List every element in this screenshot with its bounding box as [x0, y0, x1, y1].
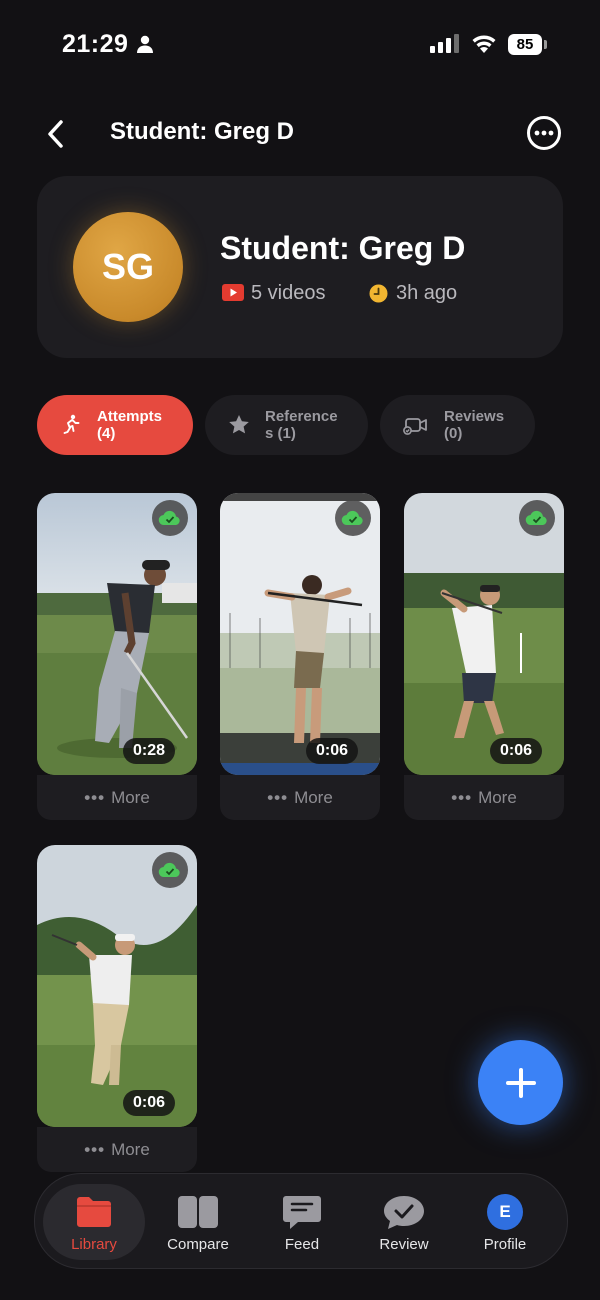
back-button[interactable]	[38, 114, 74, 154]
nav-feed-label: Feed	[284, 1236, 320, 1253]
ellipsis-icon: •••	[267, 787, 289, 807]
wifi-icon	[472, 35, 496, 53]
tab-attempts[interactable]: Attempts (4)	[37, 395, 193, 455]
battery-tip	[544, 40, 547, 49]
more-options-icon[interactable]	[526, 115, 562, 151]
nav-compare[interactable]: Compare	[147, 1184, 249, 1260]
nav-library[interactable]: Library	[43, 1184, 145, 1260]
profile-avatar-wrap: E	[483, 1192, 527, 1232]
tab-reviews[interactable]: Reviews (0)	[380, 395, 535, 455]
clock-icon	[369, 284, 388, 303]
nav-profile-label: Profile	[483, 1236, 527, 1253]
video-more-button[interactable]: ••• More	[404, 775, 564, 820]
cellular-signal-icon	[430, 34, 459, 53]
tab-attempts-label: Attempts (4)	[97, 408, 163, 442]
chat-bubble-icon	[280, 1192, 324, 1232]
running-person-icon	[63, 414, 80, 434]
ellipsis-icon: •••	[84, 787, 106, 807]
video-review-icon	[403, 418, 427, 435]
video-duration: 0:06	[490, 738, 543, 764]
video-more-button[interactable]: ••• More	[37, 775, 197, 820]
person-icon	[137, 35, 153, 53]
battery-indicator: 85	[508, 34, 542, 55]
folder-icon	[72, 1192, 116, 1232]
last-active: 3h ago	[396, 282, 458, 304]
tab-reviews-label: Reviews (0)	[444, 408, 505, 442]
video-count: 5 videos	[251, 282, 326, 304]
cloud-synced-icon	[519, 500, 555, 536]
more-label: More	[111, 787, 150, 807]
chevron-left-icon	[48, 120, 63, 148]
cloud-synced-icon	[335, 500, 371, 536]
nav-review-label: Review	[379, 1236, 429, 1253]
video-play-icon	[222, 284, 244, 301]
cloud-synced-icon	[152, 852, 188, 888]
add-video-button[interactable]	[478, 1040, 563, 1125]
star-icon	[229, 415, 249, 434]
review-check-icon	[382, 1192, 426, 1232]
student-name: Student: Greg D	[220, 230, 466, 266]
plus-icon	[505, 1067, 536, 1098]
cloud-synced-icon	[152, 500, 188, 536]
video-duration: 0:28	[123, 738, 176, 764]
more-label: More	[478, 787, 517, 807]
nav-feed[interactable]: Feed	[251, 1184, 353, 1260]
video-more-button[interactable]: ••• More	[220, 775, 380, 820]
profile-avatar: E	[487, 1194, 523, 1230]
student-avatar: SG	[73, 212, 183, 322]
more-label: More	[111, 1139, 150, 1159]
nav-review[interactable]: Review	[353, 1184, 455, 1260]
nav-library-label: Library	[71, 1236, 117, 1253]
nav-profile[interactable]: E Profile	[454, 1184, 556, 1260]
tab-references-label: Reference s (1)	[265, 408, 338, 442]
video-duration: 0:06	[306, 738, 359, 764]
status-time: 21:29	[62, 30, 129, 58]
nav-compare-label: Compare	[167, 1236, 229, 1253]
more-label: More	[294, 787, 333, 807]
compare-icon	[176, 1192, 220, 1232]
ellipsis-icon: •••	[451, 787, 473, 807]
video-more-button[interactable]: ••• More	[37, 1127, 197, 1172]
tab-references[interactable]: Reference s (1)	[205, 395, 368, 455]
page-title: Student: Greg D	[110, 118, 294, 145]
video-duration: 0:06	[123, 1090, 176, 1116]
ellipsis-icon: •••	[84, 1139, 106, 1159]
